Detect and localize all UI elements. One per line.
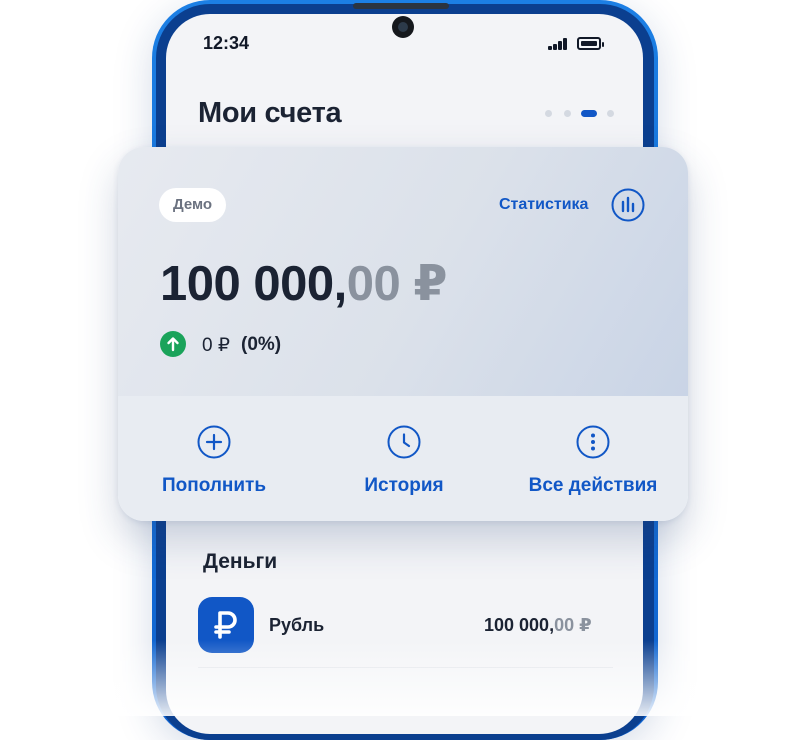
signal-icon (548, 38, 572, 50)
more-vertical-icon (576, 425, 610, 459)
battery-icon (577, 37, 604, 50)
history-button[interactable]: История (355, 425, 453, 497)
page-dot[interactable] (564, 110, 571, 117)
all-actions-label: Все действия (528, 475, 658, 496)
front-camera (392, 16, 414, 38)
top-up-label: Пополнить (161, 475, 267, 496)
change-percent: (0%) (241, 334, 282, 355)
currency-name[interactable]: Рубль (269, 615, 324, 636)
arrow-up-icon (160, 331, 186, 357)
top-up-button[interactable]: Пополнить (158, 425, 270, 497)
statistics-link[interactable]: Статистика (499, 196, 588, 214)
account-balance: 100 000,00 ₽ (160, 254, 447, 314)
page-dot[interactable] (607, 110, 614, 117)
page-dot-active[interactable] (581, 110, 597, 117)
currency-value-main: 100 000, (484, 615, 555, 635)
money-section-title: Деньги (203, 550, 278, 573)
change-amount: 0 ₽ (202, 335, 230, 356)
clock-icon (387, 425, 421, 459)
currency-value-fraction: 00 ₽ (554, 615, 592, 635)
history-label: История (364, 475, 444, 496)
page-dot[interactable] (545, 110, 552, 117)
speaker-grille (353, 3, 449, 9)
balance-main: 100 000, (160, 257, 347, 311)
demo-badge: Демо (159, 188, 227, 222)
plus-circle-icon (197, 425, 231, 459)
bottom-fade (0, 640, 803, 716)
bar-chart-icon[interactable] (611, 188, 645, 222)
page-title: Мои счета (198, 97, 342, 129)
status-time: 12:34 (203, 33, 250, 53)
balance-fraction: 00 ₽ (346, 257, 448, 311)
currency-value: 100 000,00 ₽ (484, 615, 592, 636)
all-actions-button[interactable]: Все действия (523, 425, 663, 497)
